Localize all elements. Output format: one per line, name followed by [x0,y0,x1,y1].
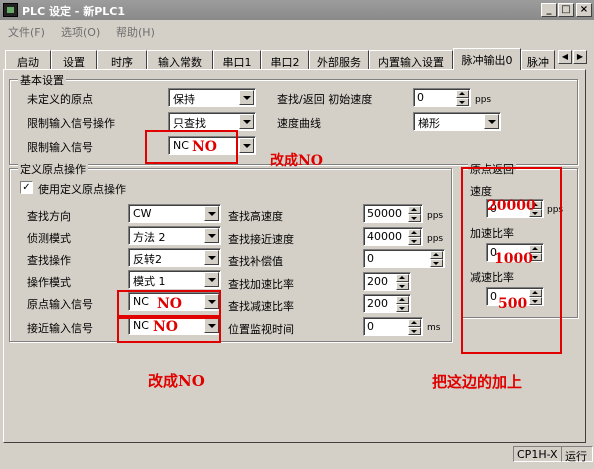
spin-up-icon[interactable] [408,319,421,327]
undefined-origin-label: 未定义的原点 [27,93,93,106]
proximity-input-signal-label: 接近输入信号 [27,322,93,335]
detection-mode-label: 侦测模式 [27,232,71,245]
operation-mode-label: 操作模式 [27,276,71,289]
use-origin-label: 使用定义原点操作 [38,183,126,196]
close-button[interactable]: × [576,3,592,17]
operation-mode-select[interactable]: 模式 1 [128,270,221,289]
title-bar: PLC 设定 - 新PLC1 _ □ × [0,0,594,20]
spin-down-icon[interactable] [408,214,421,222]
tab-scroll-right[interactable]: ▶ [573,50,587,64]
spin-up-icon[interactable] [396,274,409,282]
menu-options[interactable]: 选项(O) [61,24,100,40]
annotation-no-proximity: NO [153,319,178,335]
undefined-origin-select[interactable]: 保持 [168,88,256,107]
chevron-down-icon [204,250,219,265]
spin-up-icon[interactable] [430,251,443,259]
search-operation-select[interactable]: 反转2 [128,248,221,267]
chevron-down-icon [204,206,219,221]
spin-down-icon[interactable] [396,304,409,312]
spin-down-icon[interactable] [456,98,469,106]
search-approach-speed-unit: pps [427,234,444,244]
chevron-down-icon [204,228,219,243]
tab-startup[interactable]: 启动 [5,50,51,69]
chevron-down-icon [484,114,499,129]
position-monitor-time-input[interactable]: 0 [363,317,423,336]
annotation-no-origin: NO [157,296,182,312]
annotation-change-no-top: 改成NO [270,153,323,169]
search-return-speed-label: 查找/返回 初始速度 [277,93,373,106]
search-approach-speed-input[interactable]: 40000 [363,227,423,246]
search-compensation-label: 查找补偿值 [228,255,283,268]
window-title: PLC 设定 - 新PLC1 [22,5,125,18]
annotation-decel-500: 500 [498,296,528,312]
tab-builtin-input[interactable]: 内置输入设置 [369,50,453,69]
search-high-speed-unit: pps [427,211,444,221]
position-monitor-time-label: 位置监视时间 [228,323,294,336]
search-high-speed-input[interactable]: 50000 [363,204,423,223]
annotation-change-no-bottom: 改成NO [148,372,205,390]
chevron-down-icon [204,272,219,287]
annotation-speed-20000: 20000 [487,198,536,214]
basic-settings-legend: 基本设置 [18,72,66,88]
search-approach-speed-label: 查找接近速度 [228,233,294,246]
spin-up-icon[interactable] [408,229,421,237]
origin-search-legend: 定义原点操作 [18,161,88,177]
spin-up-icon[interactable] [396,296,409,304]
tab-serial1[interactable]: 串口1 [213,50,261,69]
search-high-speed-label: 查找高速度 [228,210,283,223]
status-bar: CP1H-X 运行 [0,444,594,469]
search-direction-select[interactable]: CW [128,204,221,223]
spin-down-icon[interactable] [408,327,421,335]
chevron-down-icon [239,90,254,105]
search-direction-label: 查找方向 [27,210,71,223]
spin-up-icon[interactable] [408,206,421,214]
chevron-down-icon [239,114,254,129]
limit-signal-op-select[interactable]: 只查找 [168,112,256,131]
tab-serial2[interactable]: 串口2 [261,50,309,69]
search-return-speed-input[interactable]: 0 [413,88,471,107]
annotation-add-here: 把这边的加上 [432,373,523,391]
menu-bar: 文件(F) 选项(O) 帮助(H) [0,20,594,40]
speed-curve-select[interactable]: 梯形 [413,112,501,131]
spin-up-icon[interactable] [456,90,469,98]
search-decel-ratio-input[interactable]: 200 [363,294,411,313]
status-mode: 运行 [561,446,593,463]
spin-down-icon[interactable] [430,259,443,267]
search-accel-ratio-input[interactable]: 200 [363,272,411,291]
annotation-accel-1000: 1000 [494,251,533,267]
app-icon [3,3,18,17]
detection-mode-select[interactable]: 方法 2 [128,226,221,245]
limit-signal-label: 限制输入信号 [27,141,93,154]
tab-pulse-output0[interactable]: 脉冲输出0 [453,48,521,70]
search-operation-label: 查找操作 [27,254,71,267]
tab-settings[interactable]: 设置 [51,50,97,69]
chevron-down-icon [239,138,254,153]
search-compensation-input[interactable]: 0 [363,249,445,268]
tab-scroll-left[interactable]: ◀ [558,50,572,64]
position-monitor-time-unit: ms [427,323,441,333]
spin-down-icon[interactable] [396,282,409,290]
menu-help[interactable]: 帮助(H) [116,24,155,40]
tab-external-service[interactable]: 外部服务 [309,50,369,69]
origin-input-signal-label: 原点输入信号 [27,298,93,311]
spin-down-icon[interactable] [408,237,421,245]
annotation-no-limit: NO [192,139,217,155]
use-origin-checkbox[interactable]: ✓ [20,181,33,194]
search-decel-ratio-label: 查找减速比率 [228,300,294,313]
limit-signal-op-label: 限制输入信号操作 [27,117,115,130]
tab-input-constants[interactable]: 输入常数 [147,50,213,69]
tab-timing[interactable]: 时序 [97,50,147,69]
status-model: CP1H-X [513,446,562,462]
search-return-speed-unit: pps [475,95,492,105]
search-accel-ratio-label: 查找加速比率 [228,278,294,291]
tab-pulse[interactable]: 脉冲 [521,50,555,69]
speed-curve-label: 速度曲线 [277,117,321,130]
minimize-button[interactable]: _ [541,3,557,17]
menu-file[interactable]: 文件(F) [8,24,45,40]
maximize-button[interactable]: □ [558,3,574,17]
